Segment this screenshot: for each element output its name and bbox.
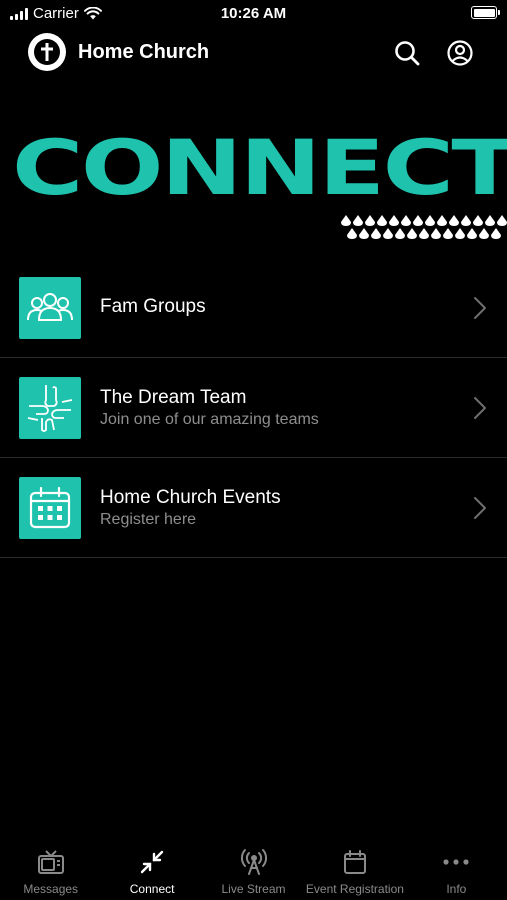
list-item-title: Home Church Events [100,487,281,508]
status-bar: Carrier 10:26 AM [0,0,507,28]
battery-icon [471,6,500,19]
tab-info[interactable]: Info [406,842,507,900]
chevron-right-icon [474,497,486,519]
broadcast-icon [240,848,268,876]
list-item-dream-team[interactable]: The Dream Team Join one of our amazing t… [0,358,507,458]
hands-together-icon [19,377,81,439]
connect-arrows-icon [138,848,166,876]
tab-label: Event Registration [305,882,404,896]
hero-banner: CONNECT [0,130,507,245]
calendar-icon [19,477,81,539]
tab-bar: Messages Connect Live Stream Event Regis… [0,842,507,900]
status-time: 10:26 AM [220,5,287,22]
nav-bar: Home Church [0,30,507,76]
decorative-pattern [341,215,507,239]
more-dots-icon [442,848,470,876]
tab-label: Connect [129,882,175,896]
tab-live-stream[interactable]: Live Stream [203,842,304,900]
list-item-fam-groups[interactable]: Fam Groups [0,258,507,358]
tab-connect[interactable]: Connect [101,842,202,900]
cross-logo-icon[interactable] [28,33,66,71]
app-title: Home Church [78,41,210,63]
tab-event-registration[interactable]: Event Registration [304,842,405,900]
chevron-right-icon [474,297,486,319]
calendar-icon [341,848,369,876]
list-item-title: Fam Groups [100,296,206,317]
account-icon[interactable] [445,38,475,68]
tab-label: Info [446,882,467,896]
list-item-events[interactable]: Home Church Events Register here [0,458,507,558]
tab-label: Messages [23,882,79,896]
search-icon[interactable] [392,38,422,68]
tab-messages[interactable]: Messages [0,842,101,900]
connect-list: Fam Groups The Dream Team Join one of ou… [0,258,507,558]
group-people-icon [19,277,81,339]
hero-title: CONNECT [12,123,507,212]
list-item-title: The Dream Team [100,387,247,408]
chevron-right-icon [474,397,486,419]
tab-label: Live Stream [221,882,286,896]
list-item-subtitle: Register here [100,511,197,528]
tv-icon [37,848,65,876]
list-item-subtitle: Join one of our amazing teams [100,411,319,428]
